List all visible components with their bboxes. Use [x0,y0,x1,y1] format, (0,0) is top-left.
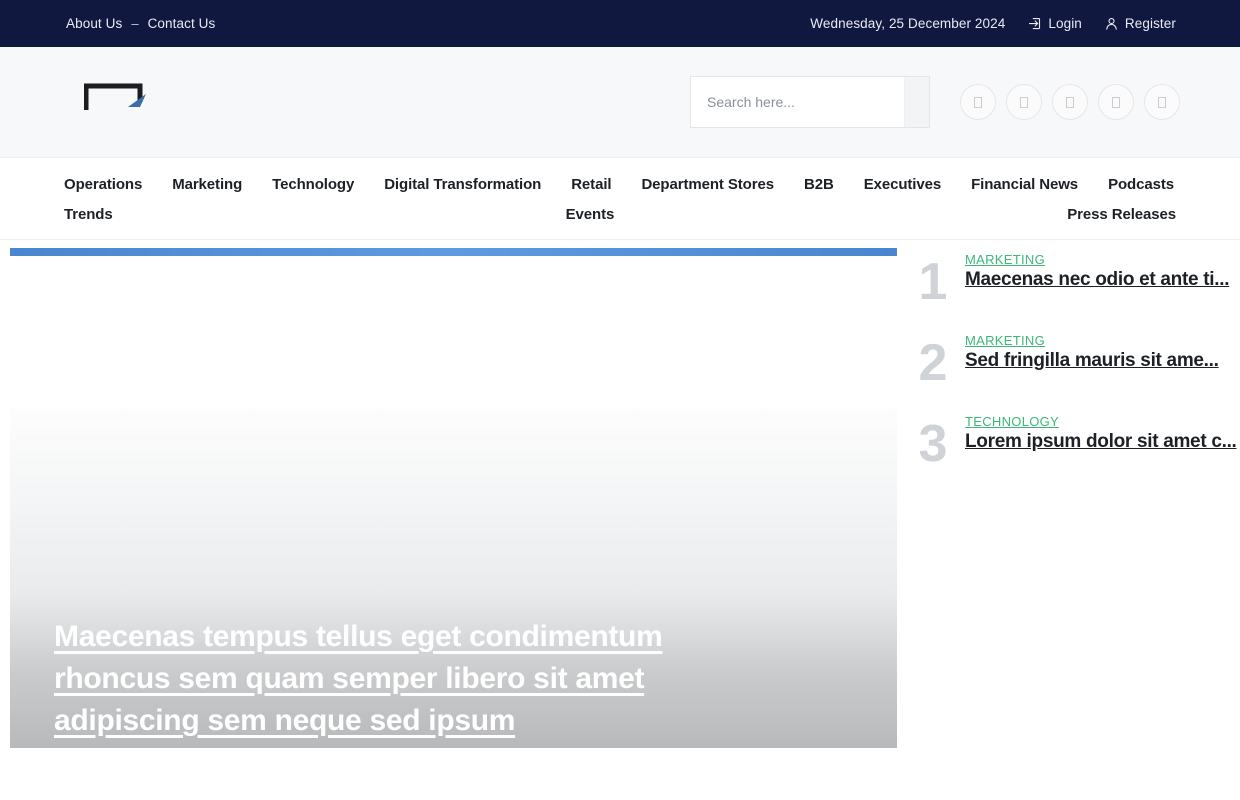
nav-item-digital-transformation[interactable]: Digital Transformation [384,176,541,193]
sign-in-icon [1027,16,1042,31]
social-icon-2[interactable] [1006,84,1042,120]
trending-category[interactable]: TECHNOLOGY [965,414,1240,429]
featured-article-card[interactable]: Maecenas tempus tellus eget condimentum … [10,408,897,748]
trending-category[interactable]: MARKETING [965,252,1240,267]
list-item[interactable]: 1 MARKETING Maecenas nec odio et ante ti… [915,252,1240,308]
trending-title[interactable]: Lorem ipsum dolor sit amet c... [965,431,1240,453]
missing-glyph-icon [1066,96,1074,108]
nav-item-marketing[interactable]: Marketing [172,176,242,193]
social-icon-4[interactable] [1098,84,1134,120]
nav-item-department-stores[interactable]: Department Stores [641,176,774,193]
nav-item-trends[interactable]: Trends [64,206,113,223]
nav-item-retail[interactable]: Retail [571,176,611,193]
social-icon-3[interactable] [1052,84,1088,120]
missing-glyph-icon [1020,96,1028,108]
contact-us-link[interactable]: Contact Us [148,16,216,31]
main-navigation: Operations Marketing Technology Digital … [0,158,1240,240]
trending-title[interactable]: Sed fringilla mauris sit ame... [965,350,1240,372]
site-header [0,47,1240,158]
trending-rank: 1 [918,253,948,311]
nav-item-b2b[interactable]: B2B [804,176,834,193]
nav-item-podcasts[interactable]: Podcasts [1108,176,1174,193]
nav-item-press-releases[interactable]: Press Releases [1067,206,1176,223]
header-right [690,76,1180,128]
login-label: Login [1048,16,1082,31]
top-bar: About Us – Contact Us Wednesday, 25 Dece… [0,0,1240,47]
nav-item-financial-news[interactable]: Financial News [971,176,1078,193]
missing-glyph-icon [1112,96,1120,108]
login-button[interactable]: Login [1027,16,1082,31]
logo-mark-icon [83,80,164,125]
search-box[interactable] [690,76,930,128]
register-button[interactable]: Register [1104,16,1176,31]
featured-article-title[interactable]: Maecenas tempus tellus eget condimentum … [54,620,663,737]
nav-item-technology[interactable]: Technology [272,176,354,193]
topbar-separator: – [131,16,139,31]
nav-row-secondary: Trends Events Press Releases [64,206,1176,223]
search-button[interactable] [904,77,929,127]
trending-body: MARKETING Sed fringilla mauris sit ame..… [965,333,1240,372]
featured-article-text: Maecenas tempus tellus eget condimentum … [54,616,754,742]
register-label: Register [1124,16,1176,31]
nav-row-primary: Operations Marketing Technology Digital … [64,176,1176,193]
missing-glyph-icon [974,96,982,108]
trending-rank: 3 [918,415,948,473]
user-icon [1104,16,1119,31]
search-input[interactable] [691,77,904,127]
social-icon-5[interactable] [1144,84,1180,120]
top-bar-actions: Wednesday, 25 December 2024 Login Regist… [810,16,1176,31]
list-item[interactable]: 3 TECHNOLOGY Lorem ipsum dolor sit amet … [915,414,1240,470]
site-logo[interactable] [64,72,244,132]
missing-glyph-icon [1158,96,1166,108]
trending-rank: 2 [918,334,948,392]
nav-item-executives[interactable]: Executives [864,176,941,193]
social-links [960,84,1180,120]
trending-body: MARKETING Maecenas nec odio et ante ti..… [965,252,1240,291]
list-item[interactable]: 2 MARKETING Sed fringilla mauris sit ame… [915,333,1240,389]
trending-body: TECHNOLOGY Lorem ipsum dolor sit amet c.… [965,414,1240,453]
hero-column: Maecenas tempus tellus eget condimentum … [10,240,897,748]
trending-category[interactable]: MARKETING [965,333,1240,348]
about-us-link[interactable]: About Us [66,16,122,31]
loading-progress-fill [10,248,897,256]
current-date: Wednesday, 25 December 2024 [810,16,1006,31]
top-bar-links: About Us – Contact Us [66,16,215,31]
main-content: Maecenas tempus tellus eget condimentum … [0,240,1240,748]
nav-item-operations[interactable]: Operations [64,176,142,193]
loading-progress-bar [10,248,897,256]
social-icon-1[interactable] [960,84,996,120]
trending-sidebar: 1 MARKETING Maecenas nec odio et ante ti… [897,240,1240,748]
trending-title[interactable]: Maecenas nec odio et ante ti... [965,269,1240,291]
nav-item-events[interactable]: Events [566,206,615,223]
